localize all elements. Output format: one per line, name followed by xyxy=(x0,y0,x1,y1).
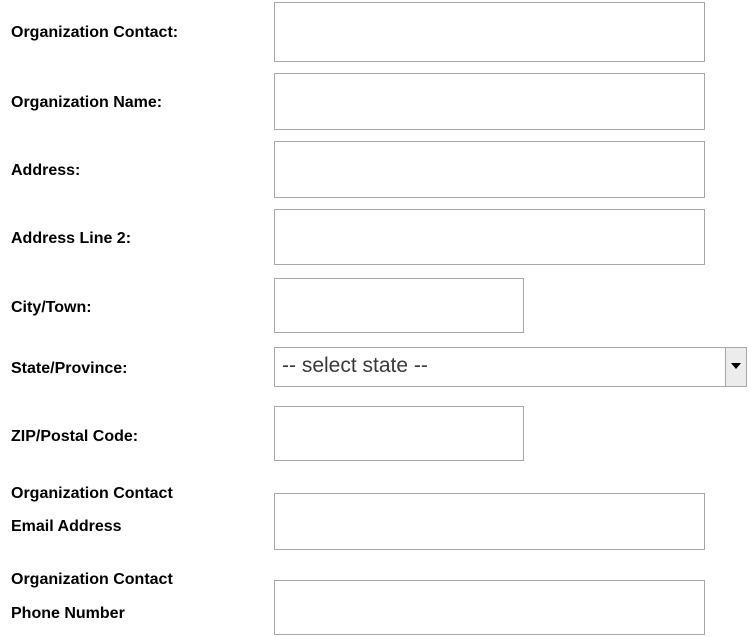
phone-label-line2: Phone Number xyxy=(11,605,125,622)
email-label-line2: Email Address xyxy=(11,518,122,535)
address2-input[interactable] xyxy=(274,209,705,265)
email-label-line1: Organization Contact xyxy=(11,485,173,502)
zip-input[interactable] xyxy=(274,406,524,461)
state-label: State/Province: xyxy=(11,360,128,377)
org-name-input[interactable] xyxy=(274,73,705,130)
zip-label: ZIP/Postal Code: xyxy=(11,428,139,445)
city-input[interactable] xyxy=(274,278,524,333)
phone-input[interactable] xyxy=(274,580,705,635)
org-contact-input[interactable] xyxy=(274,2,705,62)
state-select[interactable]: -- select state -- xyxy=(274,347,747,387)
org-name-label: Organization Name: xyxy=(11,94,163,111)
email-input[interactable] xyxy=(274,493,705,550)
chevron-down-icon xyxy=(731,363,741,369)
address2-label: Address Line 2: xyxy=(11,230,132,247)
state-dropdown-button[interactable] xyxy=(725,348,746,386)
org-contact-label: Organization Contact: xyxy=(11,24,179,41)
city-label: City/Town: xyxy=(11,299,92,316)
address-label: Address: xyxy=(11,162,81,179)
address-input[interactable] xyxy=(274,141,705,198)
state-select-value: -- select state -- xyxy=(282,354,428,377)
phone-label-line1: Organization Contact xyxy=(11,571,173,588)
